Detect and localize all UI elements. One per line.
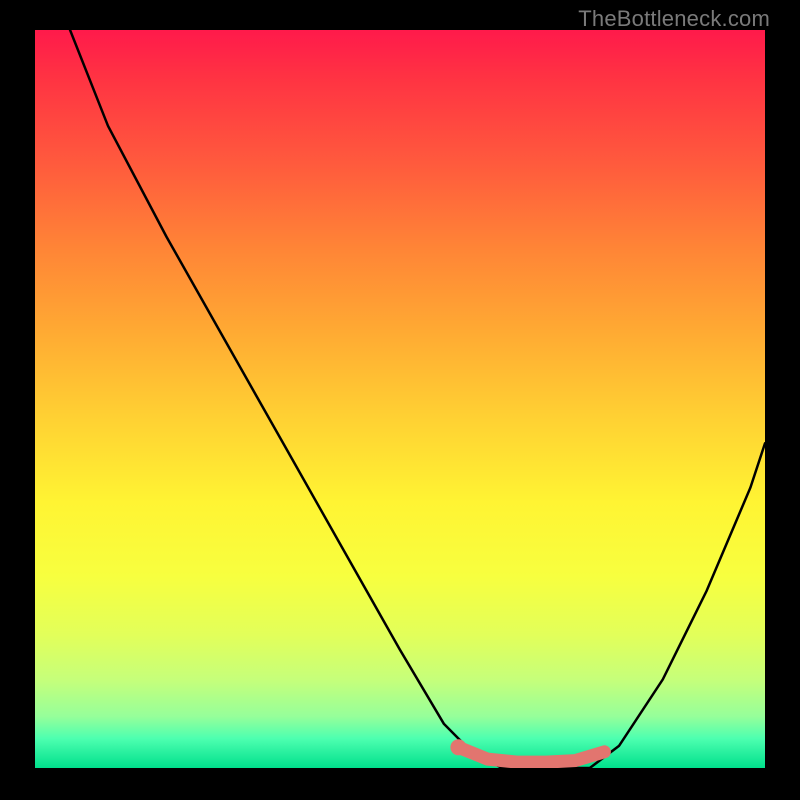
optimal-range-highlight: [458, 747, 604, 762]
chart-frame: TheBottleneck.com: [0, 0, 800, 800]
chart-svg: [35, 30, 765, 768]
optimal-point-marker: [450, 739, 466, 755]
plot-area: [35, 30, 765, 768]
watermark-text: TheBottleneck.com: [578, 6, 770, 32]
bottleneck-curve: [64, 30, 765, 768]
